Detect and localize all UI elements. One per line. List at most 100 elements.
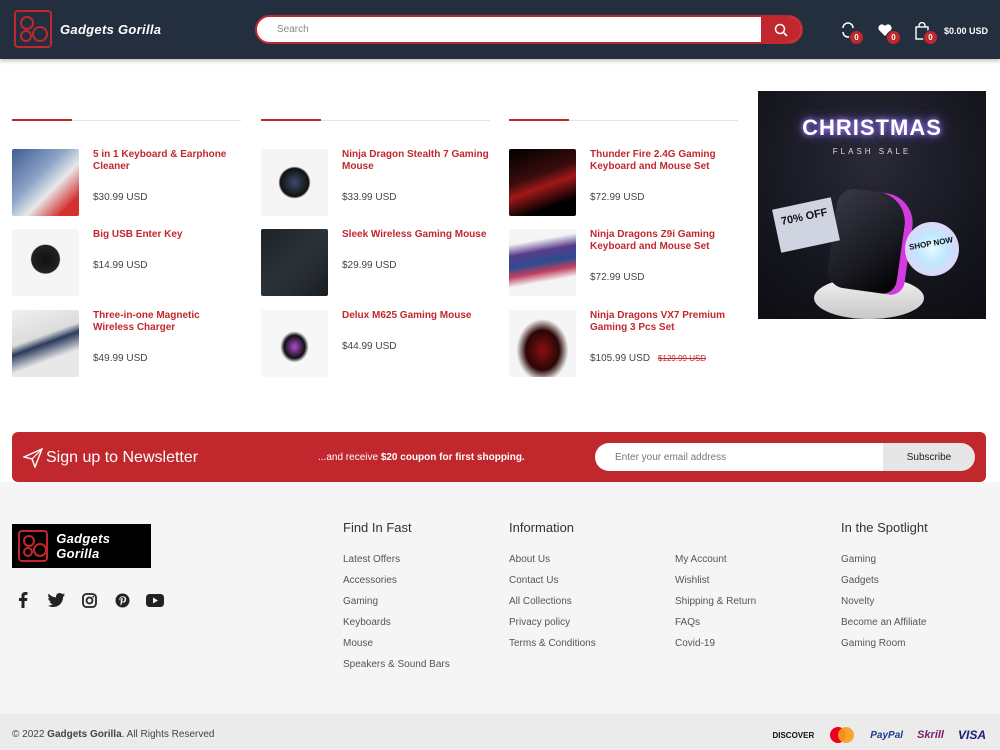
search-button[interactable] (761, 17, 801, 42)
logo-mark-icon (18, 530, 49, 562)
payment-methods: DISCOVER PayPal Skrill VISA (758, 726, 986, 744)
newsletter-title: Sign up to Newsletter (46, 449, 199, 466)
product-name[interactable]: Big USB Enter Key (93, 229, 241, 241)
copyright-suffix: . All Rights Reserved (121, 729, 215, 740)
footer-heading: Information (509, 520, 575, 535)
product-name[interactable]: Ninja Dragons VX7 Premium Gaming 3 Pcs S… (590, 310, 738, 334)
footer-column-find: Find In Fast Latest Offers Accessories G… (343, 520, 450, 680)
banner-title: CHRISTMAS (802, 115, 942, 140)
wishlist-link[interactable]: 0 (877, 20, 901, 45)
footer-link[interactable]: Keyboards (343, 617, 450, 638)
skrill-icon: Skrill (917, 729, 944, 741)
footer-link[interactable]: Contact Us (509, 575, 596, 596)
pinterest-icon[interactable] (111, 590, 133, 610)
product-image[interactable] (509, 229, 576, 296)
footer-link[interactable]: My Account (675, 554, 756, 575)
paper-plane-icon (23, 448, 43, 468)
product-name[interactable]: Sleek Wireless Gaming Mouse (342, 229, 490, 241)
product-image[interactable] (509, 310, 576, 377)
christmas-sale-banner[interactable]: CHRISTMAS FLASH SALE 70% OFF SHOP NOW (758, 91, 986, 319)
product-image[interactable] (12, 229, 79, 296)
footer-link[interactable]: Gaming (841, 554, 928, 575)
product-name[interactable]: Three-in-one Magnetic Wireless Charger (93, 310, 241, 334)
product-item[interactable]: Big USB Enter Key $14.99 USD (12, 229, 241, 297)
instagram-icon[interactable] (78, 590, 100, 610)
cart-count-badge: 0 (923, 30, 938, 45)
youtube-icon[interactable] (144, 590, 166, 610)
paypal-icon: PayPal (870, 729, 904, 741)
footer-link[interactable]: Shipping & Return (675, 596, 756, 617)
copyright-brand[interactable]: Gadgets Gorilla (47, 729, 121, 740)
newsletter-message: ...and receive $20 coupon for first shop… (318, 452, 525, 463)
footer-link[interactable]: FAQs (675, 617, 756, 638)
product-name[interactable]: Ninja Dragon Stealth 7 Gaming Mouse (342, 149, 490, 173)
footer-link[interactable]: Novelty (841, 596, 928, 617)
product-name[interactable]: 5 in 1 Keyboard & Earphone Cleaner (93, 149, 241, 173)
footer-link[interactable]: Gaming Room (841, 638, 928, 659)
footer-link[interactable]: All Collections (509, 596, 596, 617)
brand-logo[interactable]: Gadgets Gorilla (14, 10, 161, 48)
product-image[interactable] (12, 310, 79, 377)
product-price: $44.99 USD (342, 341, 397, 352)
product-image[interactable] (509, 149, 576, 216)
product-name[interactable]: Ninja Dragons Z9i Gaming Keyboard and Mo… (590, 229, 738, 253)
newsletter-message-highlight: $20 coupon for first shopping. (380, 452, 525, 463)
banner-discount: 70% OFF (772, 197, 840, 253)
footer-heading: Find In Fast (343, 520, 412, 535)
compare-link[interactable]: 0 (840, 20, 864, 45)
footer-link[interactable]: Become an Affiliate (841, 617, 928, 638)
site-header: Gadgets Gorilla 0 0 0 $0.00 USD (0, 0, 1000, 59)
mastercard-icon (828, 726, 856, 744)
newsletter-bar: Sign up to Newsletter ...and receive $20… (12, 432, 986, 482)
logo-mark-icon (14, 10, 52, 48)
footer-logo[interactable]: Gadgets Gorilla (12, 524, 151, 568)
footer-link[interactable]: Mouse (343, 638, 450, 659)
product-item[interactable]: Ninja Dragons Z9i Gaming Keyboard and Mo… (509, 229, 738, 297)
product-item[interactable]: Ninja Dragon Stealth 7 Gaming Mouse $33.… (261, 149, 490, 217)
product-image[interactable] (261, 149, 328, 216)
facebook-icon[interactable] (12, 590, 34, 610)
search-input[interactable] (257, 17, 762, 42)
product-image[interactable] (261, 310, 328, 377)
footer-link[interactable]: Latest Offers (343, 554, 450, 575)
footer-link[interactable]: About Us (509, 554, 596, 575)
product-image[interactable] (12, 149, 79, 216)
copyright-bar: © 2022 Gadgets Gorilla. All Rights Reser… (0, 714, 1000, 750)
product-price-old: $129.99 USD (658, 354, 707, 363)
footer-column-account: My Account Wishlist Shipping & Return FA… (675, 520, 756, 659)
footer-link[interactable]: Terms & Conditions (509, 638, 596, 659)
product-item[interactable]: Thunder Fire 2.4G Gaming Keyboard and Mo… (509, 149, 738, 217)
footer-link[interactable]: Covid-19 (675, 638, 756, 659)
product-image[interactable] (261, 229, 328, 296)
newsletter-email-input[interactable] (595, 443, 883, 471)
product-item[interactable]: 5 in 1 Keyboard & Earphone Cleaner $30.9… (12, 149, 241, 217)
brand-name: Gadgets Gorilla (60, 21, 162, 37)
column-divider (261, 119, 490, 121)
product-name[interactable]: Thunder Fire 2.4G Gaming Keyboard and Mo… (590, 149, 738, 173)
site-footer: Gadgets Gorilla Find In Fast Latest Offe… (0, 482, 1000, 714)
copyright-prefix: © 2022 (12, 729, 48, 740)
banner-shop-now: SHOP NOW (900, 217, 964, 281)
product-name[interactable]: Delux M625 Gaming Mouse (342, 310, 490, 322)
footer-column-spotlight: In the Spotlight Gaming Gadgets Novelty … (841, 520, 928, 659)
product-item[interactable]: Ninja Dragons VX7 Premium Gaming 3 Pcs S… (509, 310, 738, 378)
cart-link[interactable]: 0 $0.00 USD (914, 20, 988, 45)
footer-link[interactable]: Speakers & Sound Bars (343, 659, 450, 680)
product-price-current: $105.99 USD (590, 353, 651, 364)
product-price: $29.99 USD (342, 260, 397, 271)
twitter-icon[interactable] (45, 590, 67, 610)
product-price: $72.99 USD (590, 192, 645, 203)
product-item[interactable]: Delux M625 Gaming Mouse $44.99 USD (261, 310, 490, 378)
discover-icon: DISCOVER (772, 730, 815, 740)
product-price: $30.99 USD (93, 192, 148, 203)
product-item[interactable]: Sleek Wireless Gaming Mouse $29.99 USD (261, 229, 490, 297)
footer-heading-spacer (675, 520, 756, 536)
footer-link[interactable]: Gaming (343, 596, 450, 617)
footer-link[interactable]: Privacy policy (509, 617, 596, 638)
product-price: $33.99 USD (342, 192, 397, 203)
footer-link[interactable]: Accessories (343, 575, 450, 596)
footer-link[interactable]: Wishlist (675, 575, 756, 596)
footer-link[interactable]: Gadgets (841, 575, 928, 596)
subscribe-button[interactable]: Subscribe (883, 443, 975, 471)
product-item[interactable]: Three-in-one Magnetic Wireless Charger $… (12, 310, 241, 378)
